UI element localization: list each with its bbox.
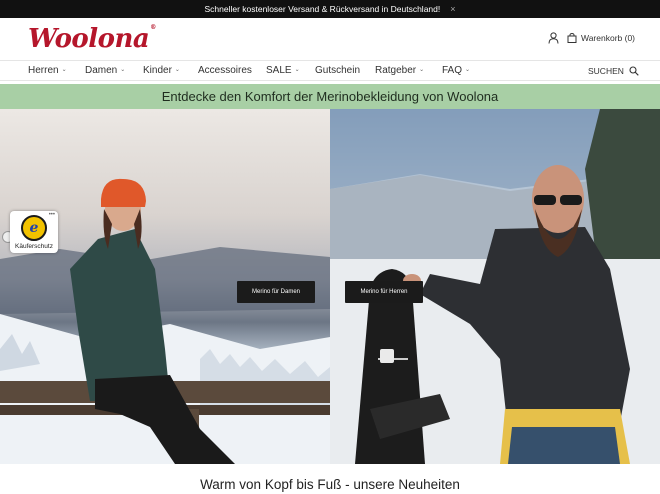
chevron-down-icon: ⌄ (61, 67, 67, 73)
search-button[interactable]: SUCHEN (588, 66, 639, 76)
nav-item-herren[interactable]: Herren ⌄ (28, 65, 67, 76)
announcement-text: Schneller kostenloser Versand & Rückvers… (204, 4, 441, 14)
logo[interactable]: Woolona® (28, 24, 156, 54)
nav-item-sale[interactable]: SALE ⌄ (266, 65, 300, 76)
more-icon[interactable]: ••• (49, 212, 55, 218)
trust-letter: e (29, 220, 39, 236)
nav-label: SALE (266, 65, 292, 76)
nav-label: Accessoires (198, 65, 252, 76)
cart-label: Warenkorb (0) (581, 33, 636, 43)
nav-item-accessoires[interactable]: Accessoires (198, 65, 252, 76)
nav-label: Kinder (143, 65, 172, 76)
nav-label: Herren (28, 65, 59, 76)
nav-item-ratgeber[interactable]: Ratgeber ⌄ (375, 65, 424, 76)
men-merino-button[interactable]: Merino für Herren (345, 281, 423, 303)
nav-label: Ratgeber (375, 65, 417, 76)
announcement-bar: Schneller kostenloser Versand & Rückvers… (0, 0, 660, 18)
chevron-down-icon: ⌄ (419, 67, 425, 73)
trusted-shops-badge[interactable]: ••• e Käuferschutz (10, 211, 58, 253)
nav-label: Damen (85, 65, 118, 76)
cart-link[interactable]: Warenkorb (0) (567, 33, 635, 43)
banner-text: Entdecke den Komfort der Merinobekleidun… (161, 89, 499, 104)
chevron-down-icon: ⌄ (465, 67, 471, 73)
section-title: Warm von Kopf bis Fuß - unsere Neuheiten (200, 477, 460, 492)
nav-item-gutschein[interactable]: Gutschein (315, 65, 360, 76)
nav-item-faq[interactable]: FAQ ⌄ (442, 65, 470, 76)
hero-image-men[interactable]: Merino für Herren (330, 109, 660, 464)
user-icon[interactable] (548, 32, 559, 44)
registered-mark: ® (150, 24, 156, 31)
search-label: SUCHEN (588, 66, 624, 76)
nav-label: FAQ (442, 65, 463, 76)
hero-image-women[interactable]: Merino für Damen (0, 109, 330, 464)
chevron-down-icon: ⌄ (174, 67, 180, 73)
logo-text: Woolona (28, 24, 150, 54)
chevron-down-icon: ⌄ (294, 67, 300, 73)
nav-item-damen[interactable]: Damen ⌄ (85, 65, 125, 76)
close-icon[interactable]: × (450, 4, 455, 14)
women-button-label: Merino für Damen (251, 289, 301, 295)
cart-icon (567, 33, 577, 43)
trusted-shops-icon: e (21, 215, 47, 241)
women-merino-button[interactable]: Merino für Damen (237, 281, 315, 303)
promo-banner: Entdecke den Komfort der Merinobekleidun… (0, 84, 660, 109)
nav-item-kinder[interactable]: Kinder ⌄ (143, 65, 180, 76)
search-icon (629, 66, 639, 76)
badge-label: Käuferschutz (15, 243, 53, 250)
nav-label: Gutschein (315, 65, 361, 76)
chevron-down-icon: ⌄ (120, 67, 126, 73)
men-button-label: Merino für Herren (360, 289, 408, 295)
main-navigation: Herren ⌄ Damen ⌄ Kinder ⌄ Accessoires SALE ⌄… (0, 60, 660, 81)
site-header: Woolona® Warenkorb (0) (0, 18, 660, 60)
